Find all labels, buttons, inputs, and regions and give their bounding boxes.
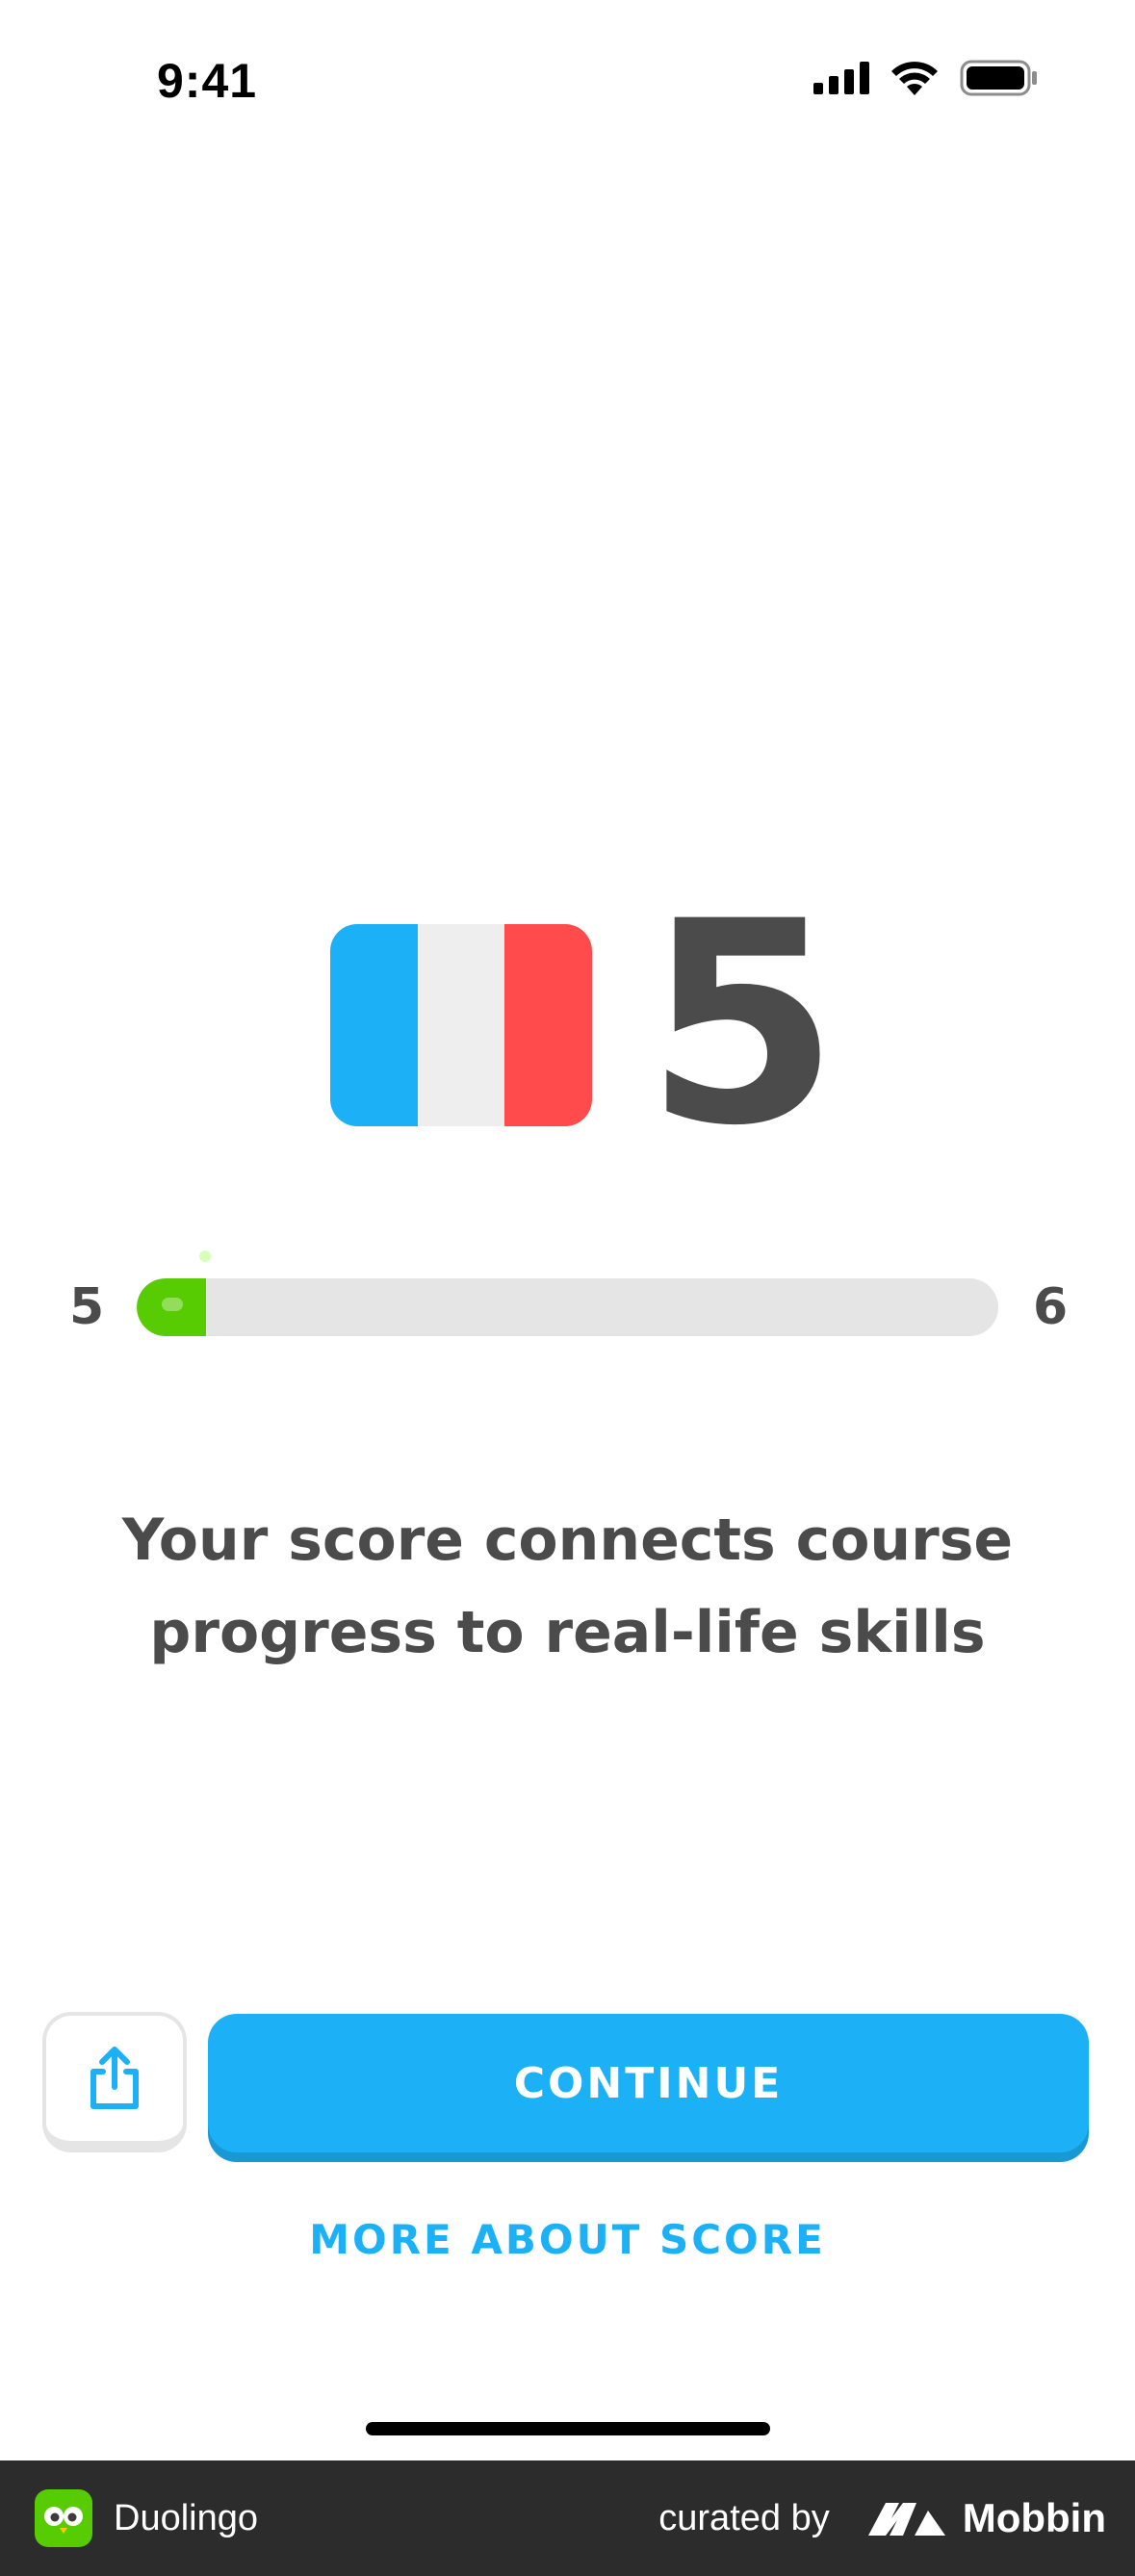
progress-sparkle bbox=[199, 1250, 211, 1262]
progress-to-level: 6 bbox=[1033, 1278, 1069, 1336]
duolingo-logo-icon bbox=[35, 2489, 92, 2547]
home-indicator[interactable] bbox=[366, 2422, 770, 2435]
progress-from-level: 5 bbox=[69, 1278, 105, 1336]
continue-button[interactable]: CONTINUE bbox=[208, 2014, 1089, 2152]
more-about-score-link[interactable]: MORE ABOUT SCORE bbox=[0, 2216, 1135, 2263]
status-icons bbox=[813, 60, 1039, 96]
mobbin-name: Mobbin bbox=[962, 2495, 1106, 2540]
status-time: 9:41 bbox=[157, 54, 258, 108]
share-button[interactable] bbox=[42, 2012, 187, 2152]
footer-app-name: Duolingo bbox=[114, 2497, 258, 2538]
french-flag-icon bbox=[330, 924, 592, 1126]
continue-button-label: CONTINUE bbox=[513, 2058, 784, 2108]
footer-bar: Duolingo curated by Mobbin bbox=[0, 2460, 1135, 2576]
footer-credit: curated by Mobbin bbox=[658, 2495, 1106, 2541]
score-message: Your score connects course progress to r… bbox=[121, 1507, 1014, 1666]
battery-icon bbox=[960, 60, 1037, 96]
score-hero: 5 bbox=[0, 886, 1135, 1165]
cellular-signal-icon bbox=[813, 62, 869, 94]
mobbin-logo-icon bbox=[867, 2503, 945, 2536]
score-value: 5 bbox=[645, 863, 839, 1187]
progress-fill-highlight bbox=[162, 1298, 183, 1311]
footer-app: Duolingo bbox=[35, 2489, 258, 2547]
curated-by-label: curated by bbox=[658, 2497, 830, 2538]
wifi-icon bbox=[891, 62, 938, 95]
flag-stripe-red bbox=[504, 924, 592, 1126]
flag-stripe-white bbox=[417, 924, 505, 1126]
owl-face-icon bbox=[44, 2507, 83, 2534]
mobbin-brand: Mobbin bbox=[864, 2495, 1106, 2541]
flag-stripe-blue bbox=[330, 924, 418, 1126]
score-progress-fill bbox=[137, 1278, 206, 1336]
score-progress-bar bbox=[137, 1278, 998, 1336]
share-icon bbox=[90, 2047, 139, 2109]
